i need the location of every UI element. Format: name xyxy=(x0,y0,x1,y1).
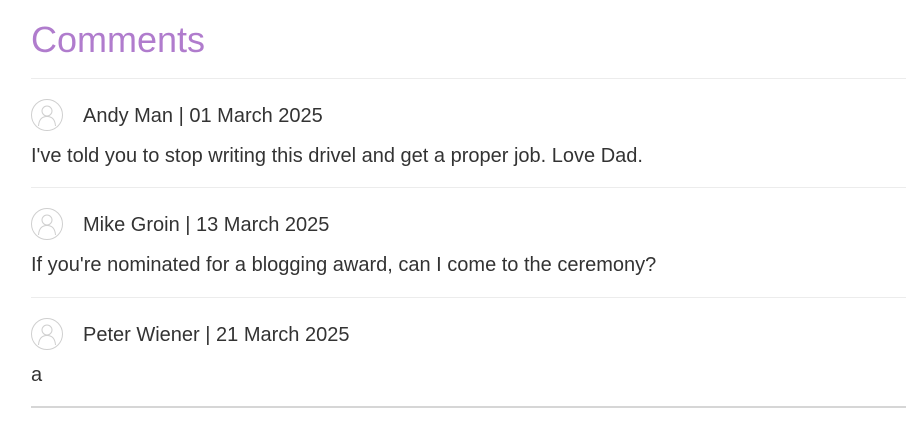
comment-author-date: Mike Groin | 13 March 2025 xyxy=(83,214,330,236)
comment-author-date: Peter Wiener | 21 March 2025 xyxy=(83,324,350,346)
divider xyxy=(31,297,906,298)
comment-item: Mike Groin | 13 March 2025 If you're nom… xyxy=(31,208,906,298)
user-avatar-icon xyxy=(31,318,63,350)
comment-item: Peter Wiener | 21 March 2025 a xyxy=(31,318,906,408)
comments-title: Comments xyxy=(31,19,206,60)
comment-text: I've told you to stop writing this drive… xyxy=(31,145,643,167)
user-avatar-icon xyxy=(31,208,63,240)
divider xyxy=(31,187,906,188)
comment-text: a xyxy=(31,364,43,386)
divider xyxy=(31,406,906,408)
comment-author-date: Andy Man | 01 March 2025 xyxy=(83,105,323,127)
user-avatar-icon xyxy=(31,99,63,131)
comment-text: If you're nominated for a blogging award… xyxy=(31,254,657,276)
comment-item: Andy Man | 01 March 2025 I've told you t… xyxy=(31,99,906,189)
divider xyxy=(31,78,906,79)
